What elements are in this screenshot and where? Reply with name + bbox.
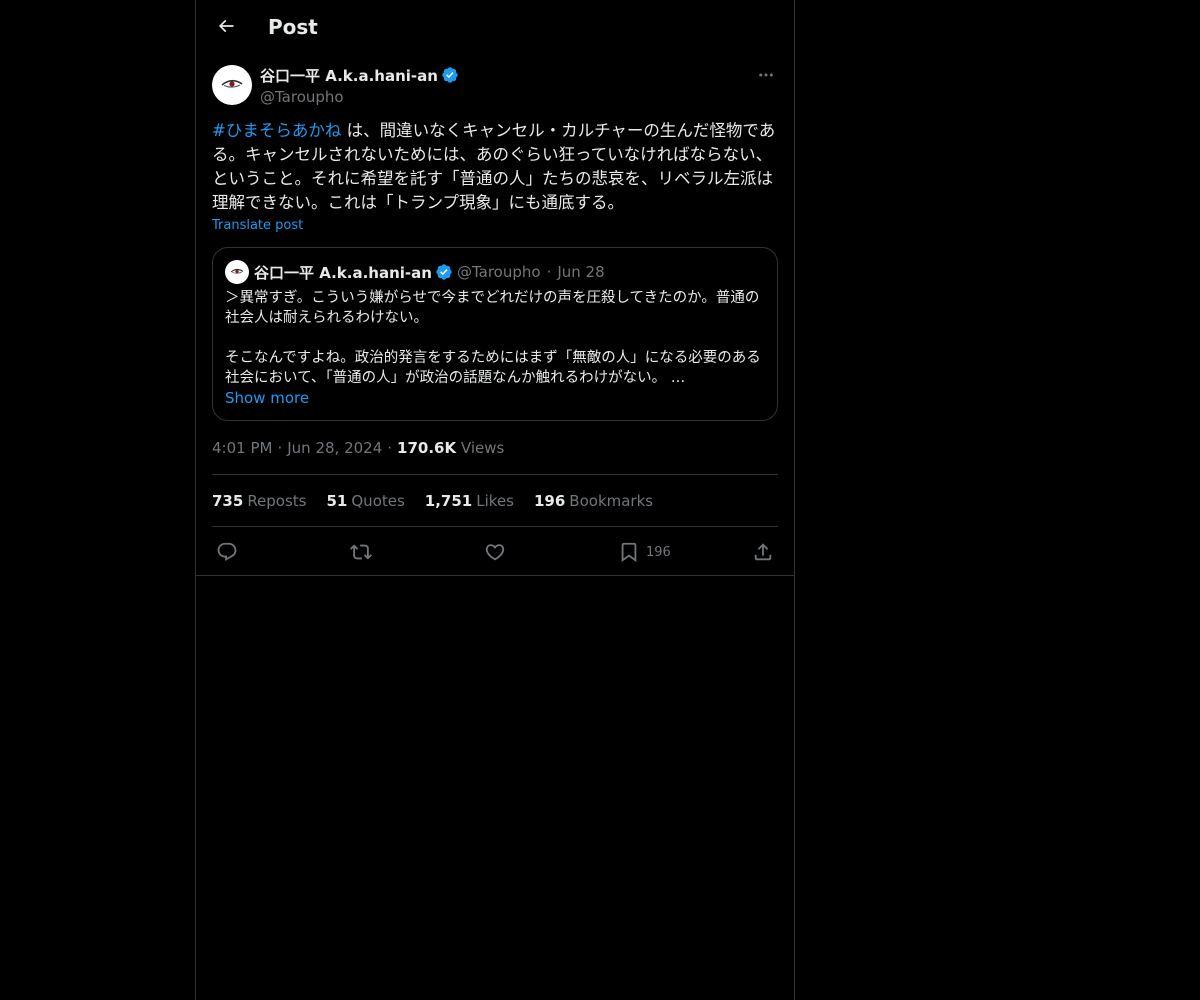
avatar-eye-icon (221, 79, 243, 88)
repost-icon (350, 544, 372, 560)
stat-reposts[interactable]: 735 Reposts (212, 491, 307, 511)
repost-button[interactable] (350, 538, 372, 566)
bookmark-button[interactable]: 196 (618, 538, 671, 566)
separator-dot: · (277, 439, 283, 457)
post-time[interactable]: 4:01 PM (212, 439, 272, 457)
post-date[interactable]: Jun 28, 2024 (287, 439, 382, 457)
arrow-left-icon (218, 19, 234, 33)
bookmark-icon (621, 542, 637, 563)
quote-avatar (225, 260, 249, 284)
more-options-button[interactable] (754, 63, 778, 87)
views-label: Views (460, 439, 505, 457)
header: Post (196, 0, 794, 53)
share-icon (754, 543, 772, 561)
stat-likes[interactable]: 1,751 Likes (425, 491, 514, 511)
reply-icon (217, 542, 237, 561)
quote-date: Jun 28 (557, 263, 605, 281)
quote-body: ＞異常すぎ。こういう嫌がらせで今までどれだけの声を圧殺してきたのか。普通の社会人… (225, 288, 765, 388)
primary-column: Post 谷口一平 A.k.a.hani-an @Taroupho #ひまそらあ… (195, 0, 795, 1000)
stat-quotes[interactable]: 51 Quotes (327, 491, 405, 511)
post-text: #ひまそらあかね は、間違いなくキャンセル・カルチャーの生んだ怪物である。キャン… (212, 119, 778, 215)
quote-author-name: 谷口一平 A.k.a.hani-an (254, 263, 432, 282)
action-bar: 196 (212, 538, 778, 566)
page-title: Post (268, 15, 318, 39)
quoted-post[interactable]: 谷口一平 A.k.a.hani-an @Taroupho · Jun 28 ＞異… (212, 247, 778, 421)
back-button[interactable] (208, 8, 244, 44)
divider (212, 526, 778, 527)
heart-icon (485, 544, 505, 561)
post-meta: 4:01 PM · Jun 28, 2024 · 170.6K Views (212, 438, 504, 458)
verified-badge-icon (442, 67, 458, 83)
engagement-stats: 735 Reposts 51 Quotes 1,751 Likes 196 Bookma… (212, 491, 673, 511)
like-button[interactable] (484, 538, 506, 566)
stat-bookmarks[interactable]: 196 Bookmarks (534, 491, 653, 511)
quote-paragraph: ＞異常すぎ。こういう嫌がらせで今までどれだけの声を圧殺してきたのか。普通の社会人… (225, 290, 760, 326)
translate-post-link[interactable]: Translate post (212, 218, 303, 233)
author-name-row: 谷口一平 A.k.a.hani-an (260, 63, 459, 87)
quote-header: 谷口一平 A.k.a.hani-an @Taroupho · Jun 28 (225, 260, 605, 284)
author-handle[interactable]: @Taroupho (260, 87, 459, 107)
author-info: 谷口一平 A.k.a.hani-an @Taroupho (260, 63, 459, 107)
avatar[interactable] (212, 65, 252, 105)
reply-button[interactable] (216, 538, 238, 566)
verified-badge-icon (436, 264, 452, 280)
quote-paragraph: そこなんですよね。政治的発言をするためにはまず「無敵の人」になる必要のある社会に… (225, 350, 761, 386)
share-button[interactable] (752, 538, 774, 566)
show-more-link[interactable]: Show more (225, 388, 309, 408)
separator-dot: · (546, 263, 552, 281)
views-count: 170.6K (397, 439, 457, 457)
hashtag-link[interactable]: #ひまそらあかね (212, 121, 341, 140)
more-dots-icon (759, 73, 773, 77)
divider (196, 575, 794, 576)
divider (212, 474, 778, 475)
author-name[interactable]: 谷口一平 A.k.a.hani-an (260, 65, 438, 86)
separator-dot: · (387, 439, 393, 457)
quote-author-handle: @Taroupho (456, 263, 541, 281)
bookmark-count: 196 (646, 544, 671, 560)
avatar-eye-icon (230, 268, 244, 274)
